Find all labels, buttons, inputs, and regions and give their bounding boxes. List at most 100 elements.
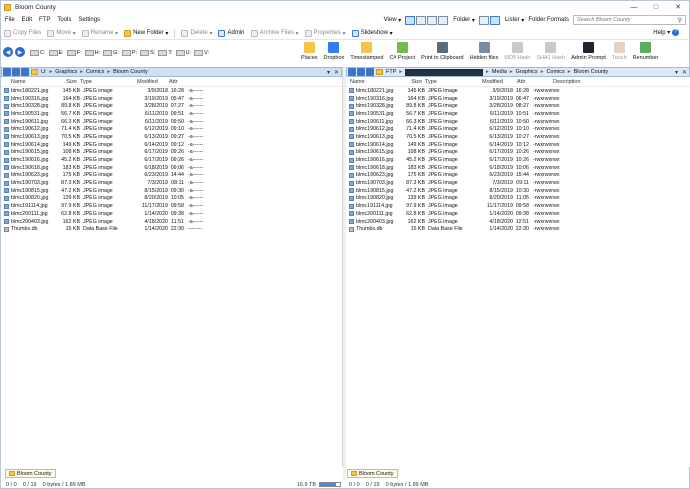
table-row[interactable]: blmc190820.jpg 139 KB JPEG image 8/20/2019 1… [1, 195, 342, 203]
quick-button-md5-hash[interactable]: MD5 Hash [504, 42, 530, 61]
table-row[interactable]: blmc190316.jpg 164 KB JPEG image 3/19/2019 0… [1, 95, 342, 103]
quick-button-dropbox[interactable]: Dropbox [324, 42, 344, 61]
breadcrumb-item[interactable]: Bloom County [574, 69, 609, 75]
drive-g[interactable]: G: [103, 48, 119, 58]
drive-v[interactable]: V: [194, 48, 209, 58]
single-pane-icon[interactable] [478, 15, 489, 25]
view-menu[interactable]: View ▾ [384, 17, 402, 24]
thumbs-view-icon[interactable] [427, 15, 438, 25]
up-icon[interactable] [366, 68, 374, 76]
breadcrumb-item[interactable]: Graphics [516, 69, 538, 75]
quick-button-print-to-clipboard[interactable]: Print to Clipboard [421, 42, 464, 61]
drive-e[interactable]: E: [48, 48, 64, 58]
up-icon[interactable] [21, 68, 29, 76]
table-row[interactable]: blmc190611.jpg 66.3 KB JPEG image 6/11/2019… [1, 118, 342, 126]
table-row[interactable]: blmc190623.jpg 175 KB JPEG image 6/23/2019 1… [346, 172, 690, 180]
table-row[interactable]: blmc190623.jpg 175 KB JPEG image 6/23/2019 1… [1, 172, 342, 180]
table-row[interactable]: blmc190615.jpg 108 KB JPEG image 6/17/2019 0… [1, 149, 342, 157]
move-button[interactable]: Move ▾ [47, 29, 76, 37]
drive-c[interactable]: C: [30, 48, 46, 58]
table-row[interactable]: blmc190616.jpg 45.2 KB JPEG image 6/17/2019… [1, 156, 342, 164]
col-attr[interactable]: Attr [509, 79, 537, 85]
right-path-bar[interactable]: FTP ▸ ▸ Media ▸ Graphics ▸ Comics ▸ Bloom Co… [346, 67, 690, 77]
quick-button-timestamped[interactable]: Timestamped [350, 42, 383, 61]
table-row[interactable]: blmc190820.jpg 139 KB JPEG image 8/20/2019 1… [346, 195, 690, 203]
col-name[interactable]: Name [1, 79, 51, 85]
table-row[interactable]: blmc190815.jpg 47.2 KB JPEG image 8/15/2019… [346, 187, 690, 195]
dual-pane-icon[interactable] [489, 15, 500, 25]
breadcrumb-item[interactable]: Graphics [55, 69, 77, 75]
power-view-icon[interactable] [438, 15, 449, 25]
properties-button[interactable]: Properties ▾ [304, 29, 346, 37]
col-modified[interactable]: Modified [482, 79, 509, 85]
quick-button-renumber[interactable]: Renumber [633, 42, 658, 61]
table-row[interactable]: blmc190613.jpg 70.5 KB JPEG image 6/13/2019… [1, 133, 342, 141]
menu-ftp[interactable]: FTP [39, 17, 50, 23]
quick-button-hidden-files[interactable]: Hidden files [470, 42, 498, 61]
maximize-icon[interactable]: □ [645, 1, 667, 13]
col-type[interactable]: Type [77, 79, 137, 85]
table-row[interactable]: blmc200111.jpg 62.8 KB JPEG image 1/14/2020… [346, 210, 690, 218]
table-row[interactable]: Thumbs.db 15 KB Data Base File 1/14/2020 22:… [1, 225, 342, 233]
menu-settings[interactable]: Settings [78, 17, 100, 23]
breadcrumb-item[interactable]: Bloom County [113, 69, 148, 75]
table-row[interactable]: blmc190531.jpg 56.7 KB JPEG image 6/11/2019… [346, 110, 690, 118]
close-icon[interactable]: ✕ [667, 1, 689, 13]
col-type[interactable]: Type [422, 79, 482, 85]
table-row[interactable]: blmc190815.jpg 47.2 KB JPEG image 8/15/2019… [1, 187, 342, 195]
table-row[interactable]: blmc190328.jpg 89.8 KB JPEG image 3/28/2019… [1, 102, 342, 110]
table-row[interactable]: blmc190614.jpg 149 KB JPEG image 6/14/2019 1… [346, 141, 690, 149]
help-button[interactable]: Help ▾ ? [653, 29, 679, 36]
forward-icon[interactable] [357, 68, 365, 76]
close-icon[interactable]: ✕ [334, 69, 339, 76]
table-row[interactable]: blmc180221.jpg 145 KB JPEG image 3/9/2018 16… [1, 87, 342, 95]
breadcrumb-item[interactable]: Comics [86, 69, 104, 75]
minimize-icon[interactable]: — [623, 1, 645, 13]
quick-button-sha1-hash[interactable]: SHA1 Hash [536, 42, 565, 61]
col-size[interactable]: Size [396, 79, 422, 85]
breadcrumb-item[interactable]: FTP [386, 69, 396, 75]
table-row[interactable]: blmc190328.jpg 89.8 KB JPEG image 3/28/2019… [346, 102, 690, 110]
table-row[interactable]: blmc190618.jpg 183 KB JPEG image 6/18/2019 0… [1, 164, 342, 172]
close-icon[interactable]: ✕ [682, 69, 687, 76]
table-row[interactable]: blmc190611.jpg 66.3 KB JPEG image 6/11/2019… [346, 118, 690, 126]
table-row[interactable]: blmc190703.jpg 87.3 KB JPEG image 7/3/2019 0… [1, 179, 342, 187]
archive-files-button[interactable]: Archive Files ▾ [250, 29, 299, 37]
delete-button[interactable]: Delete ▾ [181, 29, 212, 37]
drive-h[interactable]: H: [84, 48, 100, 58]
table-row[interactable]: blmc200403.jpg 162 KB JPEG image 4/18/2020 1… [1, 218, 342, 226]
col-name[interactable]: Name [346, 79, 396, 85]
drive-f[interactable]: F: [66, 48, 82, 58]
drive-t[interactable]: T: [158, 48, 173, 58]
menu-tools[interactable]: Tools [57, 17, 71, 23]
table-row[interactable]: blmc190618.jpg 183 KB JPEG image 6/18/2019 1… [346, 164, 690, 172]
table-row[interactable]: blmc190613.jpg 70.5 KB JPEG image 6/13/2019… [346, 133, 690, 141]
left-path-bar[interactable]: U: ▸ Graphics ▸ Comics ▸ Bloom County ▾ ✕ [1, 67, 342, 77]
drive-s[interactable]: S: [140, 48, 155, 58]
folder-menu[interactable]: Folder ▾ [453, 17, 475, 24]
breadcrumb-item[interactable]: Media [492, 69, 507, 75]
table-row[interactable]: blmc190614.jpg 149 KB JPEG image 6/14/2019 0… [1, 141, 342, 149]
breadcrumb-item[interactable]: Comics [546, 69, 564, 75]
quick-button-admin-prompt[interactable]: Admin Prompt [571, 42, 606, 61]
quick-button-places[interactable]: Places [301, 42, 318, 61]
menu-file[interactable]: File [5, 17, 15, 23]
col-modified[interactable]: Modified [137, 79, 164, 85]
table-row[interactable]: blmc180221.jpg 145 KB JPEG image 3/9/2018 16… [346, 87, 690, 95]
back-arrow-icon[interactable]: ◀ [3, 47, 13, 57]
table-row[interactable]: blmc190612.jpg 71.4 KB JPEG image 6/12/2019… [1, 125, 342, 133]
table-row[interactable]: blmc191114.jpg 97.9 KB JPEG image 11/17/201… [1, 202, 342, 210]
table-row[interactable]: Thumbs.db 15 KB Data Base File 1/14/2020 22:… [346, 225, 690, 233]
col-description[interactable]: Description [537, 79, 597, 85]
right-folder-tab[interactable]: Bloom County [347, 469, 398, 478]
new-folder-button[interactable]: New Folder ▾ [124, 29, 168, 37]
folder-formats-button[interactable]: Folder Formats [528, 17, 569, 23]
back-icon[interactable] [3, 68, 11, 76]
breadcrumb-item[interactable]: U: [41, 69, 47, 75]
table-row[interactable]: blmc191114.jpg 97.9 KB JPEG image 11/17/201… [346, 202, 690, 210]
chevron-down-icon[interactable]: ▾ [675, 69, 678, 76]
table-row[interactable]: blmc190316.jpg 164 KB JPEG image 3/19/2019 0… [346, 95, 690, 103]
search-input[interactable]: Search Bloom County ⚲ [573, 15, 686, 25]
forward-icon[interactable] [12, 68, 20, 76]
lister-menu[interactable]: Lister ▾ [505, 17, 524, 24]
